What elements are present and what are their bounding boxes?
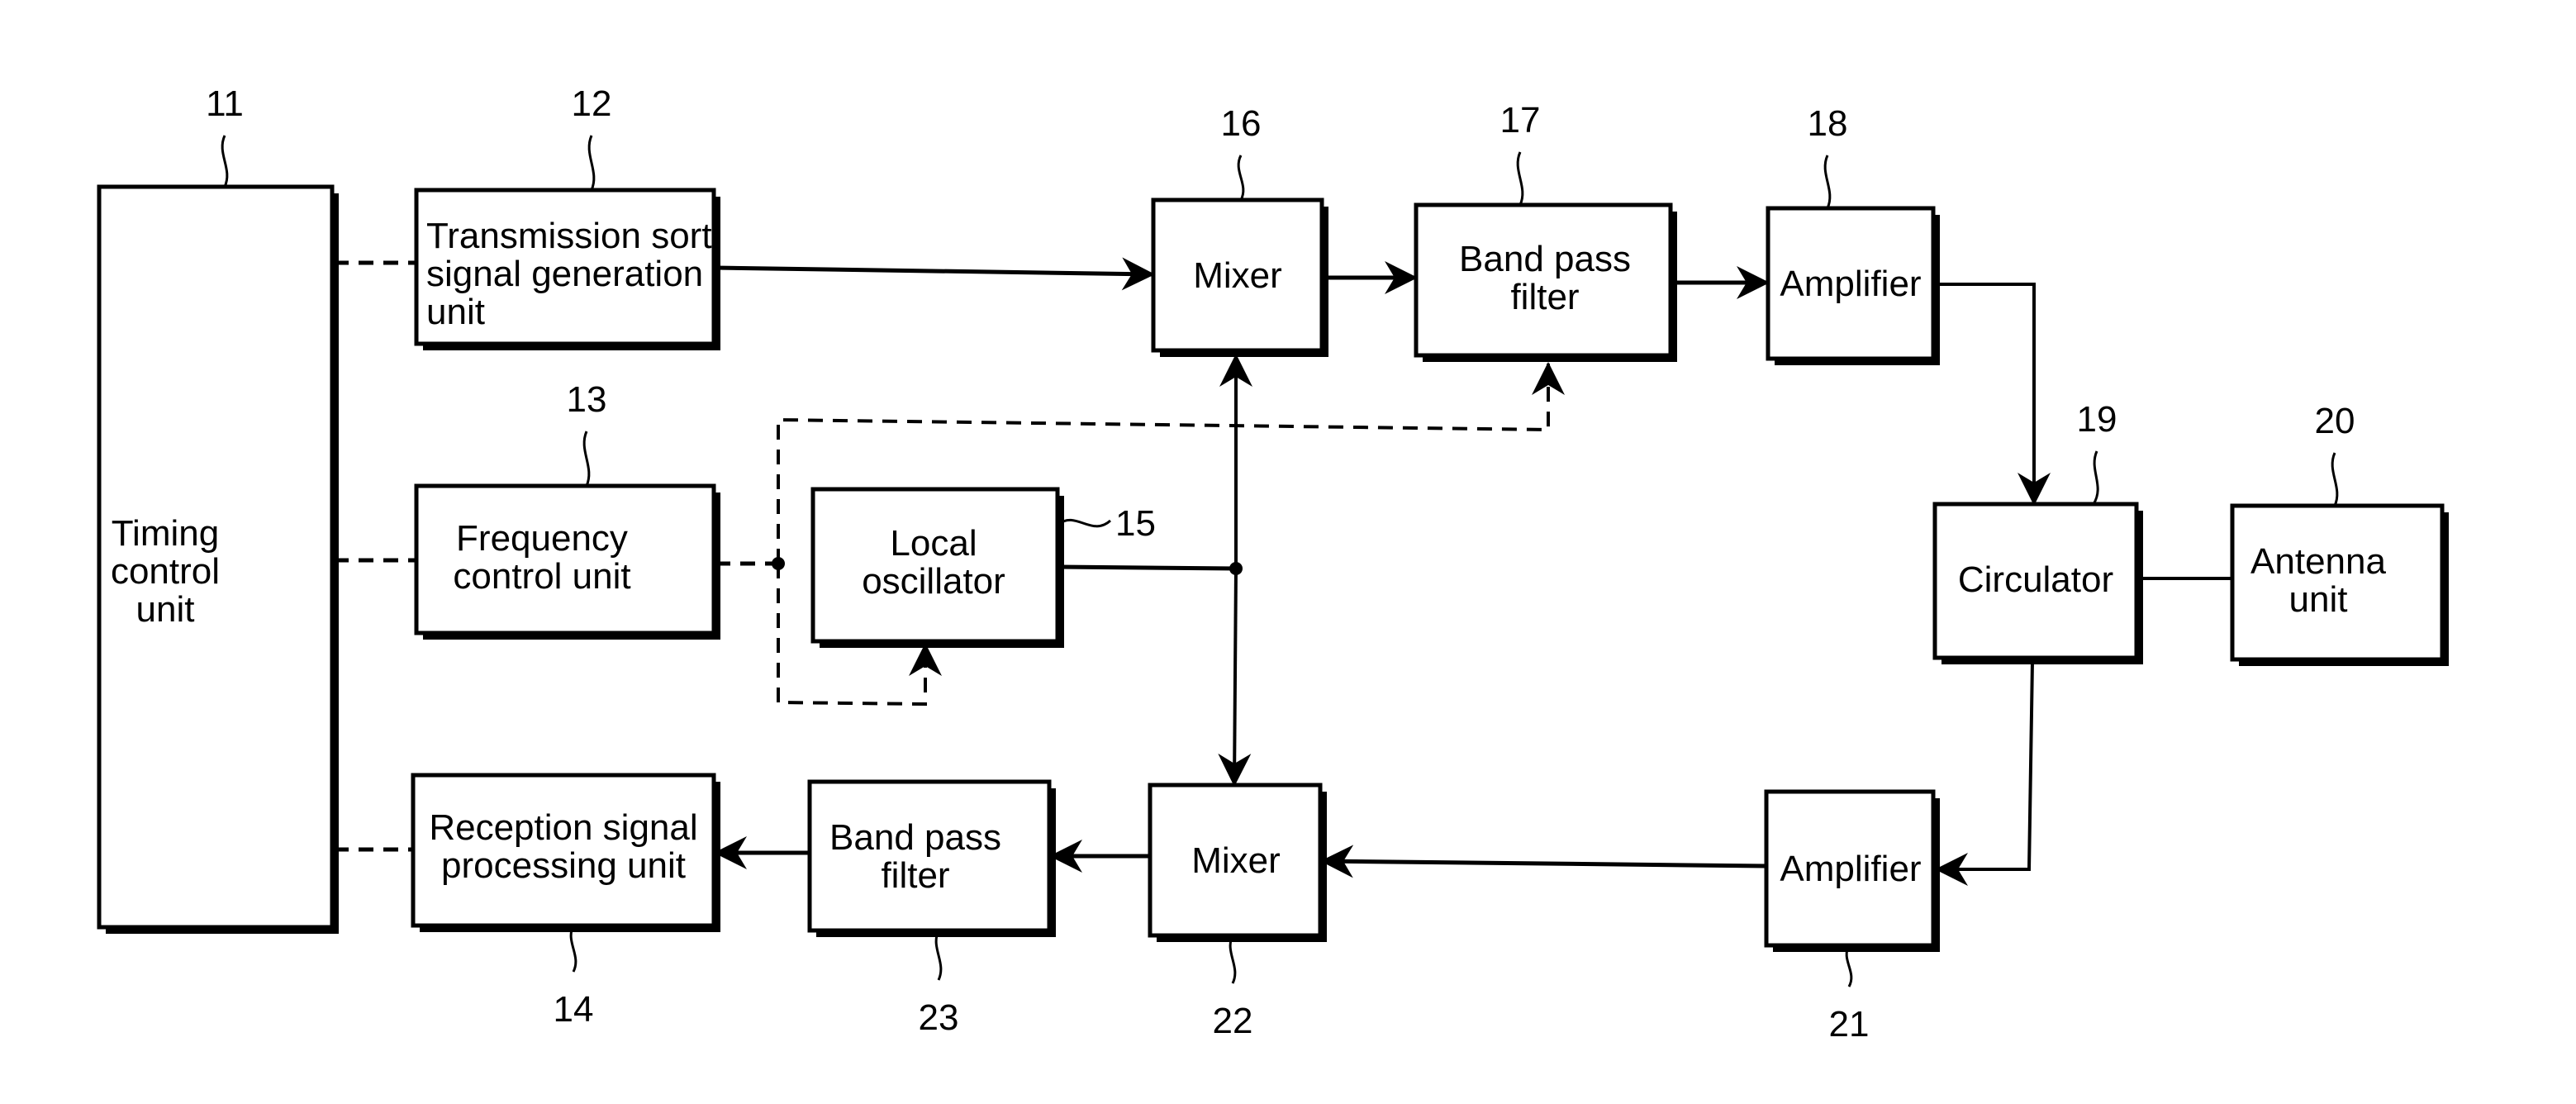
- block-label-line: unit: [136, 589, 195, 630]
- ref-number: 20: [2315, 401, 2355, 441]
- block-frequency-control: Frequency control unit: [414, 483, 720, 640]
- block-label-line: Mixer: [1191, 840, 1281, 881]
- block-label-line: Timing: [112, 513, 219, 554]
- block-label: Mixer: [1193, 255, 1282, 296]
- ref-number: 13: [567, 379, 607, 420]
- block-label-line: oscillator: [862, 561, 1005, 602]
- block-label-line: Local: [890, 523, 977, 564]
- block-label-line: Antenna: [2250, 541, 2386, 582]
- arrow-junction-to-rx-mixer: [1218, 568, 1252, 787]
- arrow-amplifier-to-circulator: [1937, 283, 2051, 506]
- arrow-transmission-to-mixer: [715, 257, 1155, 291]
- block-label-line: Reception signal: [429, 807, 697, 848]
- block-label-line: unit: [2289, 579, 2348, 620]
- arrow-circulator-to-rx-amplifier: [1935, 660, 2034, 886]
- block-label-line: filter: [881, 855, 949, 896]
- ref-number: 14: [554, 989, 594, 1030]
- block-label: Amplifier: [1780, 264, 1921, 304]
- ref-22: 22: [1213, 935, 1253, 1041]
- block-label-line: Band pass: [829, 817, 1001, 858]
- arrow-rx-amplifier-to-mixer: [1320, 845, 1767, 878]
- block-label: Frequency control unit: [453, 518, 630, 597]
- ref-number: 21: [1829, 1004, 1870, 1045]
- block-label-line: control: [111, 551, 220, 592]
- leader-line: [1058, 518, 1112, 528]
- ref-11: 11: [206, 83, 244, 188]
- leader-line: [1229, 935, 1237, 984]
- block-label-line: Transmission sort: [426, 216, 712, 256]
- ref-18: 18: [1808, 103, 1848, 209]
- block-circulator: Circulator: [1932, 502, 2143, 664]
- junction-dot-oscillator: [1229, 562, 1243, 575]
- leader-line: [582, 431, 591, 487]
- block-label-line: control unit: [453, 556, 630, 597]
- ref-12: 12: [572, 83, 612, 191]
- ref-number: 16: [1221, 103, 1262, 144]
- ref-number: 11: [206, 83, 244, 124]
- block-rx-bpf: Band pass filter: [807, 779, 1056, 937]
- block-label-line: Amplifier: [1780, 849, 1921, 889]
- ref-number: 23: [919, 997, 959, 1038]
- leader-line: [2331, 452, 2339, 507]
- leader-line: [221, 135, 229, 188]
- ref-number: 15: [1115, 503, 1156, 544]
- block-label-line: Amplifier: [1780, 264, 1921, 304]
- ref-number: 22: [1213, 1001, 1253, 1041]
- leader-line: [1823, 155, 1832, 209]
- block-timing-control: Timing control unit: [97, 184, 339, 934]
- ref-17: 17: [1500, 100, 1541, 206]
- blocks: Timing control unitTransmission sort signal…: [97, 184, 2449, 952]
- block-transmission-sort: Transmission sort signal generation unit: [414, 188, 720, 350]
- block-reception-proc: Reception signal processing unit: [411, 773, 720, 932]
- block-label-line: processing unit: [441, 845, 686, 886]
- block-tx-bpf: Band pass filter: [1414, 202, 1677, 362]
- leader-line: [1516, 151, 1524, 206]
- block-label-line: Circulator: [1958, 559, 2113, 600]
- block-rx-amp: Amplifier: [1764, 789, 1940, 952]
- leader-line: [2092, 450, 2099, 505]
- ref-19: 19: [2077, 399, 2117, 505]
- block-label-line: signal generation: [426, 254, 703, 294]
- block-label: Amplifier: [1780, 849, 1921, 889]
- block-label-line: filter: [1510, 277, 1579, 317]
- ref-16: 16: [1221, 103, 1262, 201]
- ref-number: 12: [572, 83, 612, 124]
- leader-line: [569, 925, 577, 973]
- ref-21: 21: [1829, 945, 1870, 1045]
- ref-20: 20: [2315, 401, 2355, 507]
- ref-13: 13: [567, 379, 607, 487]
- block-label: Reception signal processing unit: [429, 807, 697, 886]
- ref-number: 18: [1808, 103, 1848, 144]
- ref-15: 15: [1058, 503, 1156, 544]
- block-label: Mixer: [1191, 840, 1281, 881]
- block-tx-mixer: Mixer: [1151, 197, 1328, 357]
- block-antenna: Antenna unit: [2230, 503, 2449, 666]
- ref-23: 23: [919, 930, 959, 1038]
- block-local-osc: Local oscillator: [810, 487, 1064, 648]
- ref-number: 19: [2077, 399, 2117, 440]
- ref-number: 17: [1500, 100, 1541, 140]
- block-label: Circulator: [1958, 559, 2113, 600]
- block-tx-amp: Amplifier: [1766, 206, 1940, 365]
- block-label-line: Frequency: [456, 518, 628, 559]
- leader-line: [587, 135, 596, 191]
- link-oscillator-to-junction: [1058, 564, 1237, 571]
- block-label-line: Band pass: [1459, 239, 1631, 279]
- block-label-line: unit: [426, 292, 485, 332]
- leader-line: [934, 930, 943, 981]
- block-label-line: Mixer: [1193, 255, 1282, 296]
- ref-14: 14: [554, 925, 594, 1030]
- block-diagram: Timing control unitTransmission sort signal…: [97, 83, 2449, 1045]
- leader-line: [1237, 155, 1245, 201]
- block-rx-mixer: Mixer: [1148, 783, 1327, 942]
